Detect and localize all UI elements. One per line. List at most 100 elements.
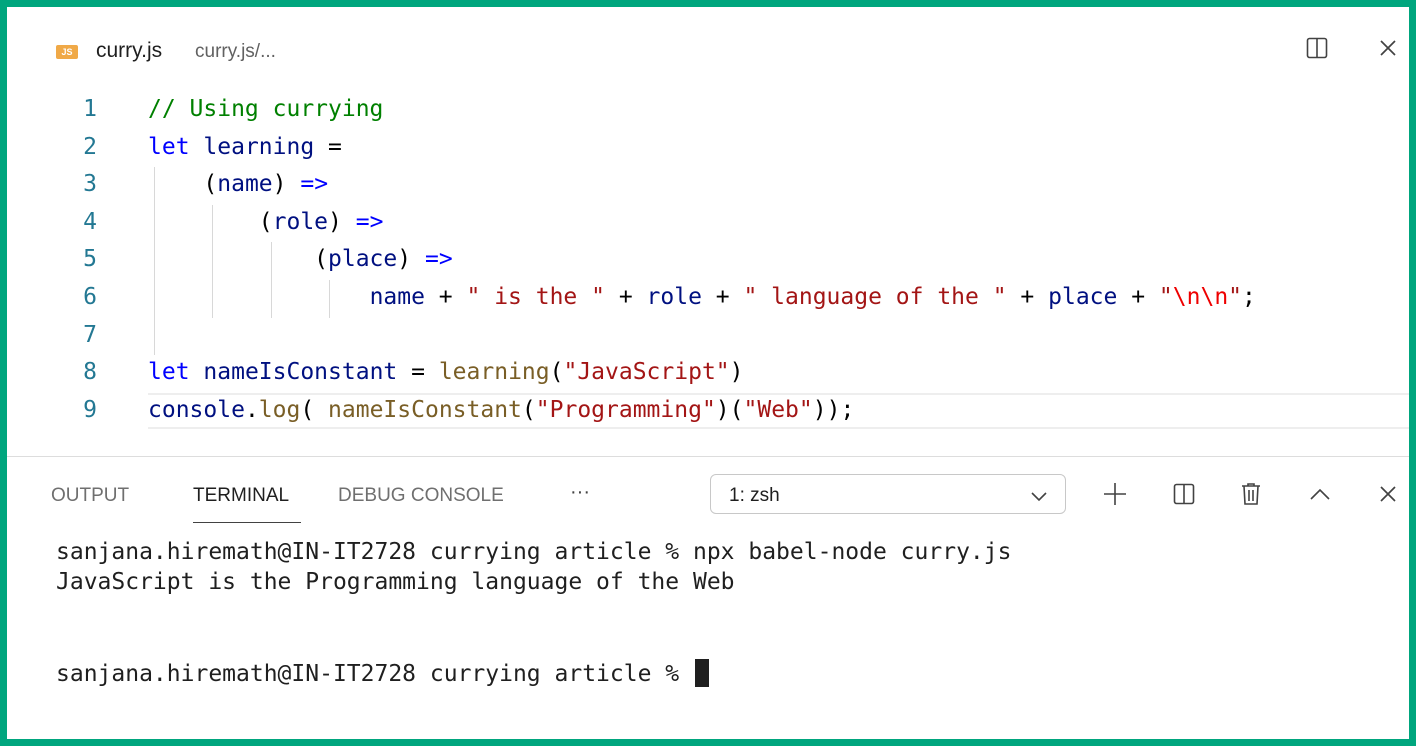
code-token: + — [424, 284, 467, 310]
code-token: let — [148, 359, 190, 386]
line-code: console.log( nameIsConstant("Programming… — [148, 397, 854, 423]
code-token: ( — [148, 171, 218, 198]
code-token: + — [701, 284, 744, 310]
code-editor[interactable]: 1// Using currying 2 let learning = 3 (name… — [7, 87, 1409, 447]
code-token: // Using currying — [148, 96, 384, 122]
code-token: \n\n — [1172, 284, 1229, 310]
terminal-select-value: 1: zsh — [729, 485, 780, 506]
code-token: = — [314, 133, 342, 160]
code-token: ( — [549, 359, 564, 386]
code-token: + — [604, 284, 647, 310]
line-number: 3 — [83, 171, 97, 198]
code-token: )( — [715, 396, 744, 423]
line-code: let nameIsConstant = learning("JavaScrip… — [148, 359, 744, 385]
code-token: ( — [521, 396, 536, 423]
line-number: 8 — [83, 359, 97, 386]
code-token: console — [148, 396, 245, 423]
code-token: ( — [148, 208, 273, 235]
code-line[interactable]: 4 (role) => — [7, 205, 1409, 243]
indent-guide — [154, 167, 155, 356]
code-line[interactable]: 7 — [7, 318, 1409, 356]
code-token: role — [646, 284, 702, 310]
code-token: ( — [300, 396, 329, 423]
code-line[interactable]: 9 console.log( nameIsConstant("Programmin… — [7, 392, 1409, 431]
file-breadcrumb[interactable]: curry.js/... — [195, 41, 276, 63]
line-code: // Using currying — [148, 96, 383, 122]
terminal-cursor — [694, 659, 709, 687]
js-file-icon: JS — [56, 45, 78, 59]
code-token: ; — [1242, 284, 1256, 310]
code-token: place — [1048, 284, 1118, 310]
code-line[interactable]: 8 let nameIsConstant = learning("JavaScri… — [7, 355, 1409, 393]
chevron-up-icon[interactable] — [1303, 477, 1337, 511]
indent-guide — [212, 204, 214, 318]
code-token: => — [355, 208, 384, 235]
tab-output[interactable]: OUTPUT — [51, 485, 129, 507]
code-token: "Programming" — [535, 396, 716, 423]
line-number: 2 — [83, 133, 97, 160]
editor-tab-header: JS curry.js curry.js/... — [7, 7, 1409, 87]
split-editor-icon[interactable] — [1300, 31, 1334, 65]
code-token: ) — [328, 208, 356, 235]
code-line[interactable]: 3 (name) => — [7, 167, 1409, 205]
line-number: 5 — [83, 246, 97, 273]
code-token: let — [148, 133, 190, 160]
code-token: )); — [812, 396, 855, 423]
panel-divider[interactable] — [7, 456, 1409, 457]
terminal-prompt-line: sanjana.hiremath@IN-IT2728 currying arti… — [56, 659, 709, 687]
line-number: 6 — [83, 284, 97, 310]
code-line[interactable]: 1 // Using currying — [7, 92, 1409, 130]
tab-terminal[interactable]: TERMINAL — [193, 485, 289, 507]
line-code: (place) => — [148, 246, 453, 272]
line-number: 7 — [83, 321, 97, 348]
code-token: name — [217, 171, 273, 198]
close-panel-icon[interactable] — [1371, 477, 1405, 511]
line-number: 9 — [83, 396, 97, 423]
code-token: learning — [203, 133, 315, 160]
code-token: => — [424, 246, 453, 273]
code-token: + — [1006, 284, 1049, 310]
line-code: (role) => — [148, 208, 384, 235]
file-name[interactable]: curry.js — [96, 39, 162, 63]
tab-debug-console[interactable]: DEBUG CONSOLE — [338, 485, 504, 507]
code-token: ( — [148, 246, 329, 273]
more-actions-icon[interactable]: ··· — [570, 481, 590, 504]
code-token: => — [300, 171, 329, 198]
code-token: ) — [272, 171, 301, 198]
code-token: = — [397, 359, 439, 386]
window-frame: JS curry.js curry.js/... 1 // Using curry… — [0, 0, 1416, 746]
indent-guide — [329, 280, 331, 318]
code-token: log — [258, 396, 301, 423]
terminal-select[interactable]: 1: zsh — [710, 474, 1066, 514]
code-token: nameIsConstant — [203, 359, 398, 386]
code-token: "JavaScript" — [563, 359, 730, 386]
code-token: place — [328, 246, 398, 273]
code-token: " — [1158, 284, 1173, 310]
code-token: + — [1117, 284, 1159, 310]
code-token: role — [272, 208, 329, 235]
active-tab-indicator — [193, 522, 301, 523]
terminal-line: sanjana.hiremath@IN-IT2728 currying arti… — [56, 539, 1012, 565]
code-token: ) — [397, 246, 425, 273]
terminal-prompt: sanjana.hiremath@IN-IT2728 currying arti… — [56, 661, 693, 687]
code-token: learning — [438, 359, 550, 386]
close-icon[interactable] — [1371, 31, 1405, 65]
code-line[interactable]: 6 name + " is the " + role + " language … — [7, 280, 1409, 318]
terminal[interactable]: sanjana.hiremath@IN-IT2728 currying arti… — [56, 539, 1396, 739]
terminal-line: JavaScript is the Programming language o… — [56, 569, 735, 595]
code-line[interactable]: 2 let learning = — [7, 130, 1409, 168]
trash-icon[interactable] — [1234, 477, 1268, 511]
line-code: (name) => — [148, 171, 328, 197]
chevron-down-icon — [1031, 489, 1047, 507]
plus-icon[interactable] — [1098, 477, 1132, 511]
line-number: 1 — [83, 96, 97, 122]
line-code: name + " is the " + role + " language of… — [148, 284, 1256, 310]
code-token: " — [1228, 284, 1243, 310]
line-code: let learning = — [148, 134, 342, 160]
code-token: ) — [729, 359, 744, 386]
code-line[interactable]: 5 (place) => — [7, 242, 1409, 280]
split-terminal-icon[interactable] — [1167, 477, 1201, 511]
